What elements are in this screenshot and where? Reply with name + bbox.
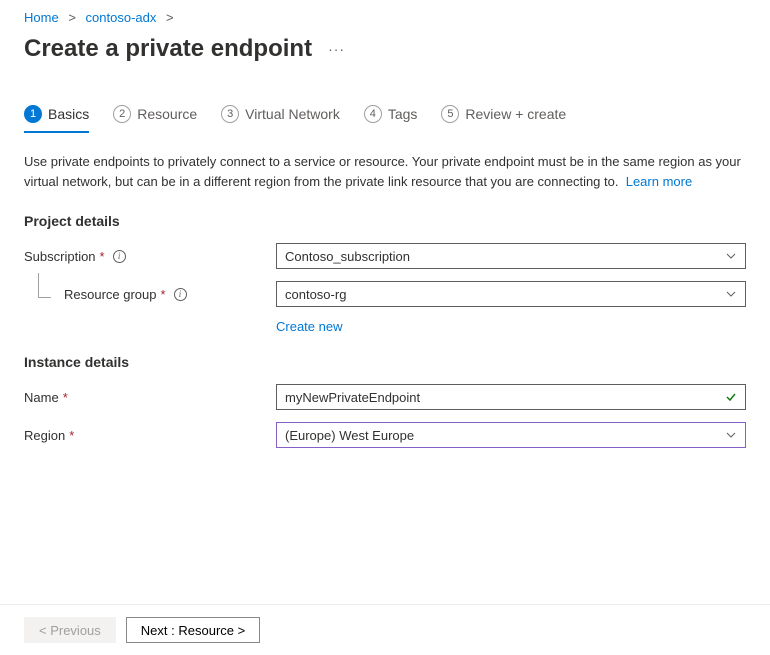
step-number: 5 bbox=[441, 105, 459, 123]
tab-virtual-network[interactable]: 3 Virtual Network bbox=[221, 99, 340, 133]
info-icon[interactable]: i bbox=[174, 288, 187, 301]
tab-label: Tags bbox=[388, 106, 418, 122]
page-title: Create a private endpoint bbox=[24, 35, 312, 63]
create-new-rg-link[interactable]: Create new bbox=[276, 319, 746, 334]
learn-more-link[interactable]: Learn more bbox=[626, 174, 692, 189]
chevron-down-icon bbox=[725, 429, 737, 441]
tab-basics[interactable]: 1 Basics bbox=[24, 99, 89, 133]
region-label: Region * bbox=[24, 428, 276, 443]
required-indicator: * bbox=[161, 287, 166, 302]
resource-group-label: Resource group * i bbox=[24, 287, 276, 302]
region-dropdown[interactable]: (Europe) West Europe bbox=[276, 422, 746, 448]
tab-tags[interactable]: 4 Tags bbox=[364, 99, 418, 133]
wizard-footer: < Previous Next : Resource > bbox=[0, 604, 770, 655]
section-instance-details: Instance details bbox=[24, 354, 746, 370]
step-number: 2 bbox=[113, 105, 131, 123]
step-number: 1 bbox=[24, 105, 42, 123]
tab-label: Basics bbox=[48, 106, 89, 122]
required-indicator: * bbox=[63, 390, 68, 405]
subscription-label: Subscription * i bbox=[24, 249, 276, 264]
name-label: Name * bbox=[24, 390, 276, 405]
breadcrumb-item[interactable]: contoso-adx bbox=[86, 10, 157, 25]
breadcrumb-sep: > bbox=[68, 10, 76, 25]
tab-resource[interactable]: 2 Resource bbox=[113, 99, 197, 133]
section-project-details: Project details bbox=[24, 213, 746, 229]
breadcrumb-sep: > bbox=[166, 10, 174, 25]
next-button[interactable]: Next : Resource > bbox=[126, 617, 260, 643]
required-indicator: * bbox=[69, 428, 74, 443]
breadcrumb: Home > contoso-adx > bbox=[0, 0, 770, 29]
name-input[interactable]: myNewPrivateEndpoint bbox=[276, 384, 746, 410]
more-actions-button[interactable]: ··· bbox=[328, 41, 345, 57]
tab-label: Review + create bbox=[465, 106, 566, 122]
step-number: 4 bbox=[364, 105, 382, 123]
check-icon bbox=[725, 391, 737, 403]
breadcrumb-home[interactable]: Home bbox=[24, 10, 59, 25]
chevron-down-icon bbox=[725, 288, 737, 300]
chevron-down-icon bbox=[725, 250, 737, 262]
step-number: 3 bbox=[221, 105, 239, 123]
resource-group-dropdown[interactable]: contoso-rg bbox=[276, 281, 746, 307]
tab-label: Virtual Network bbox=[245, 106, 340, 122]
required-indicator: * bbox=[100, 249, 105, 264]
tab-review-create[interactable]: 5 Review + create bbox=[441, 99, 566, 133]
previous-button: < Previous bbox=[24, 617, 116, 643]
info-icon[interactable]: i bbox=[113, 250, 126, 263]
tab-label: Resource bbox=[137, 106, 197, 122]
wizard-tabs: 1 Basics 2 Resource 3 Virtual Network 4 … bbox=[0, 99, 770, 134]
subscription-dropdown[interactable]: Contoso_subscription bbox=[276, 243, 746, 269]
intro-text: Use private endpoints to privately conne… bbox=[24, 152, 746, 191]
